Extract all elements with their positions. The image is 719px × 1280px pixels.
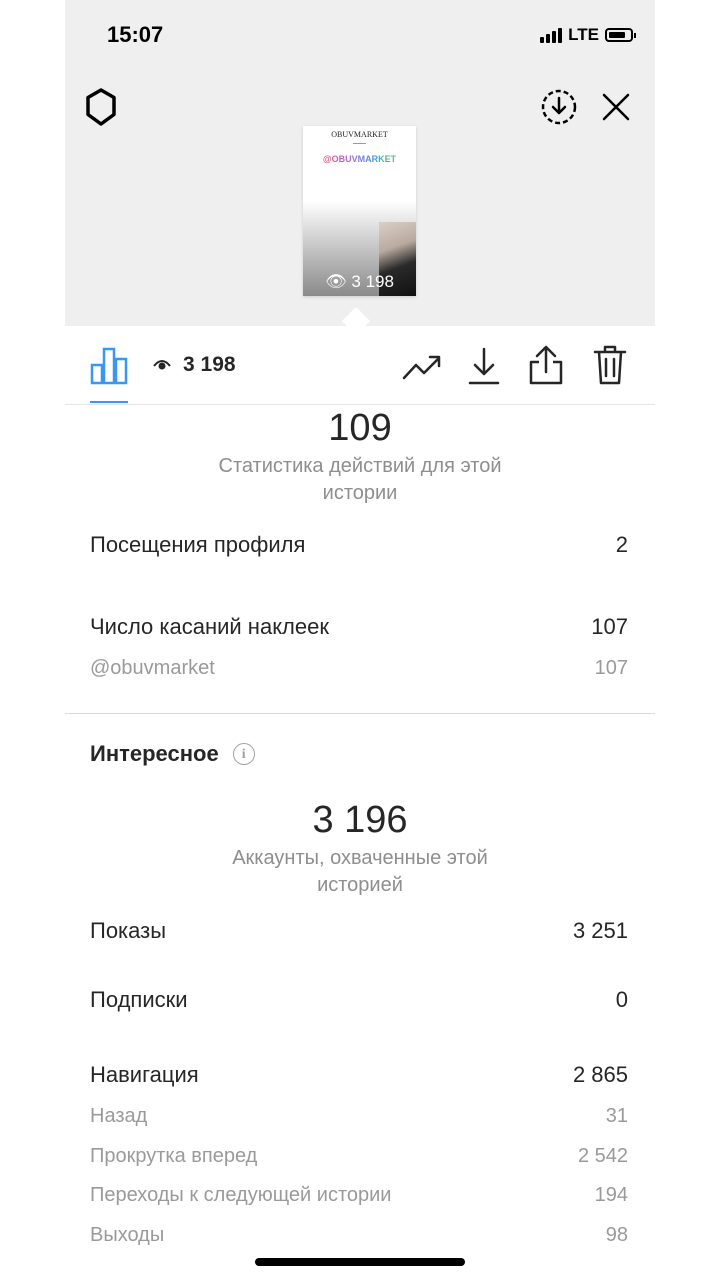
actions-total: 109 (328, 407, 392, 449)
follows-row: Подписки 0 (90, 987, 628, 1013)
reach-total: 3 196 (312, 799, 408, 841)
info-icon[interactable]: i (232, 743, 255, 765)
row-value: 31 (605, 1105, 628, 1127)
delete-icon[interactable] (593, 344, 627, 386)
exits-row: Выходы 98 (90, 1224, 628, 1247)
viewers-tab[interactable]: 3 198 (153, 353, 236, 377)
close-icon[interactable] (601, 92, 631, 122)
thumbnail-brand: OBUVMARKET (331, 130, 388, 139)
row-value: 2 865 (572, 1062, 628, 1087)
impressions-row: Показы 3 251 (90, 918, 628, 944)
row-label: Число касаний наклеек (90, 614, 329, 639)
save-to-highlight-icon[interactable] (541, 89, 577, 125)
row-label: Выходы (90, 1224, 165, 1246)
profile-visits-row: Посещения профиля 2 (90, 532, 628, 558)
discovery-title: Интересное (90, 741, 219, 766)
row-label: Переходы к следующей истории (90, 1184, 392, 1206)
row-value: 98 (605, 1224, 628, 1246)
signal-icon (540, 27, 563, 43)
row-value: 2 (615, 532, 628, 557)
back-row: Назад 31 (90, 1105, 628, 1128)
network-label: LTE (568, 25, 599, 44)
row-label: Показы (90, 918, 167, 943)
status-time: 15:07 (107, 22, 164, 47)
promote-icon[interactable] (402, 352, 442, 382)
discovery-header: Интересное i (90, 741, 255, 767)
row-label: @obuvmarket (90, 657, 215, 679)
thumbnail-views: 👁 3 198 (303, 272, 416, 292)
eye-icon (153, 360, 171, 370)
next-story-row: Переходы к следующей истории 194 (90, 1184, 628, 1207)
reach-subtitle: Аккаунты, охваченные этой историей (232, 847, 488, 896)
actions-subtitle: Статистика действий для этой истории (218, 455, 502, 504)
row-label: Подписки (90, 987, 188, 1012)
thumbnail-handle: @OBUVMARKET (303, 154, 416, 164)
status-icons: LTE (540, 25, 636, 45)
row-label: Назад (90, 1105, 148, 1127)
row-value: 107 (594, 657, 628, 679)
thumbnail-divider (353, 143, 366, 144)
eye-icon: 👁 (325, 272, 347, 291)
thumbnail-views-count: 3 198 (351, 272, 394, 291)
row-label: Навигация (90, 1062, 199, 1087)
forward-row: Прокрутка вперед 2 542 (90, 1145, 628, 1168)
download-icon[interactable] (467, 346, 501, 386)
insights-tab-icon[interactable] (90, 347, 128, 385)
phone-screen: 15:07 LTE OBUVMARKET @OBUVMARKET 👁 3 198… (65, 0, 655, 1280)
battery-icon (605, 28, 636, 42)
row-value: 194 (594, 1184, 628, 1206)
row-label: Прокрутка вперед (90, 1145, 258, 1167)
home-indicator (255, 1258, 465, 1266)
settings-icon[interactable] (81, 87, 121, 127)
share-icon[interactable] (527, 344, 565, 386)
right-margin (655, 0, 719, 1280)
section-divider (65, 713, 655, 714)
left-margin (0, 0, 65, 1280)
viewers-count: 3 198 (183, 353, 236, 376)
row-label: Посещения профиля (90, 532, 306, 557)
row-value: 3 251 (572, 918, 628, 943)
story-header: 15:07 LTE OBUVMARKET @OBUVMARKET 👁 3 198 (65, 0, 655, 326)
story-thumbnail[interactable]: OBUVMARKET @OBUVMARKET 👁 3 198 (303, 126, 416, 296)
navigation-row: Навигация 2 865 (90, 1062, 628, 1088)
row-value: 2 542 (577, 1145, 628, 1167)
row-value: 107 (591, 614, 628, 639)
story-toolbar: 3 198 (65, 326, 655, 405)
sticker-taps-row: Число касаний наклеек 107 (90, 614, 628, 640)
active-tab-indicator (90, 401, 128, 403)
sticker-handle-row[interactable]: @obuvmarket 107 (90, 657, 628, 680)
row-value: 0 (615, 987, 628, 1012)
